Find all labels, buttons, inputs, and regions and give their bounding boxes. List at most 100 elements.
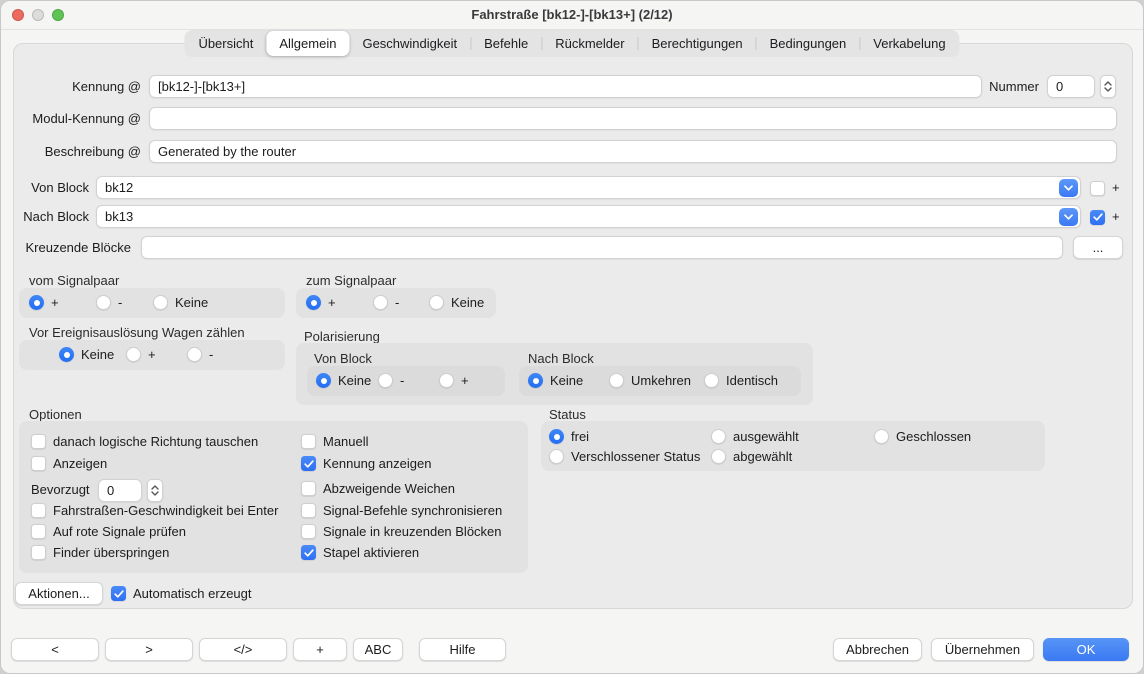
uebernehmen-button[interactable]: Übernehmen [931,638,1034,661]
radio-polarisierung-nach-keine[interactable]: Keine [528,373,583,388]
radio-polarisierung-nach-umkehren[interactable]: Umkehren [609,373,691,388]
radio-status-ausgewaehlt[interactable]: ausgewählt [711,429,799,444]
kreuzende-bloecke-more-button[interactable]: ... [1073,236,1123,259]
checkbox-finder-ueberspringen[interactable]: Finder überspringen [31,545,169,560]
bevorzugt-stepper[interactable] [147,479,163,502]
radio-status-geschlossen[interactable]: Geschlossen [874,429,971,444]
stepper-down-icon [1104,87,1112,92]
hilfe-button[interactable]: Hilfe [419,638,506,661]
radio-icon [609,373,624,388]
checkbox-label: danach logische Richtung tauschen [53,434,258,449]
radio-label: + [461,373,469,388]
navigate-next-button[interactable]: > [105,638,193,661]
check-icon [1093,213,1103,221]
checkbox-kennung-anzeigen[interactable]: Kennung anzeigen [301,456,431,471]
checkbox-icon [301,524,316,539]
checkbox-anzeigen[interactable]: Anzeigen [31,456,107,471]
aktionen-button[interactable]: Aktionen... [15,582,103,605]
nach-block-checkbox[interactable] [1090,210,1105,225]
checkbox-stapel-aktivieren[interactable]: Stapel aktivieren [301,545,419,560]
tab-bar: Übersicht Allgemein Geschwindigkeit Befe… [184,30,959,57]
radio-polarisierung-von-plus[interactable]: + [439,373,469,388]
nach-block-dropdown-button[interactable] [1059,208,1078,226]
checkbox-checked-icon [301,456,316,471]
von-block-checkbox[interactable] [1090,181,1105,196]
checkbox-rote-signale[interactable]: Auf rote Signale prüfen [31,524,186,539]
abbrechen-button[interactable]: Abbrechen [833,638,922,661]
title-bar: Fahrstraße [bk12-]-[bk13+] (2/12) [1,1,1143,30]
kennung-input[interactable] [149,75,982,98]
radio-selected-icon [306,295,321,310]
tab-verkabelung[interactable]: Verkabelung [860,31,958,56]
radio-polarisierung-von-minus[interactable]: - [378,373,404,388]
von-block-combobox[interactable]: bk12 [96,176,1081,199]
checkbox-icon [31,545,46,560]
radio-polarisierung-nach-identisch[interactable]: Identisch [704,373,778,388]
radio-label: frei [571,429,589,444]
abc-button[interactable]: ABC [353,638,403,661]
radio-zum-signalpaar-minus[interactable]: - [373,295,399,310]
tab-uebersicht[interactable]: Übersicht [185,31,266,56]
checkbox-manuell[interactable]: Manuell [301,434,369,449]
bevorzugt-input[interactable] [98,479,142,502]
checkbox-automatisch-erzeugt[interactable]: Automatisch erzeugt [111,586,252,601]
radio-vom-signalpaar-minus[interactable]: - [96,295,122,310]
radio-wagen-zaehlen-keine[interactable]: Keine [59,347,114,362]
tab-geschwindigkeit[interactable]: Geschwindigkeit [349,31,470,56]
radio-polarisierung-von-keine[interactable]: Keine [316,373,371,388]
vom-signalpaar-group [19,288,285,318]
tab-bedingungen[interactable]: Bedingungen [757,31,860,56]
beschreibung-input[interactable] [149,140,1117,163]
add-button[interactable]: + [293,638,347,661]
radio-label: Umkehren [631,373,691,388]
nummer-stepper[interactable] [1100,75,1116,98]
modul-kennung-input[interactable] [149,107,1117,130]
radio-label: Keine [451,295,484,310]
nummer-input[interactable] [1047,75,1095,98]
ok-button[interactable]: OK [1043,638,1129,661]
radio-zum-signalpaar-keine[interactable]: Keine [429,295,484,310]
checkbox-signale-kreuzende-bloecke[interactable]: Signale in kreuzenden Blöcken [301,524,502,539]
zum-signalpaar-title: zum Signalpaar [306,273,396,288]
radio-vom-signalpaar-keine[interactable]: Keine [153,295,208,310]
radio-label: abgewählt [733,449,792,464]
tab-rueckmelder[interactable]: Rückmelder [542,31,637,56]
nach-block-combobox[interactable]: bk13 [96,205,1081,228]
checkbox-checked-icon [301,545,316,560]
radio-status-abgewaehlt[interactable]: abgewählt [711,449,792,464]
radio-selected-icon [549,429,564,444]
radio-icon [373,295,388,310]
radio-icon [439,373,454,388]
checkbox-abzweigende-weichen[interactable]: Abzweigende Weichen [301,481,455,496]
code-button[interactable]: </> [199,638,287,661]
radio-selected-icon [316,373,331,388]
radio-icon [704,373,719,388]
radio-label: Geschlossen [896,429,971,444]
radio-label: - [400,373,404,388]
radio-wagen-zaehlen-minus[interactable]: - [187,347,213,362]
radio-label: ausgewählt [733,429,799,444]
kreuzende-bloecke-input[interactable] [141,236,1063,259]
radio-label: - [118,295,122,310]
tab-allgemein[interactable]: Allgemein [266,31,349,56]
radio-status-verschlossener-status[interactable]: Verschlossener Status [549,449,700,464]
radio-status-frei[interactable]: frei [549,429,589,444]
check-icon [304,549,314,557]
radio-label: + [328,295,336,310]
radio-wagen-zaehlen-plus[interactable]: + [126,347,156,362]
dialog-window: Fahrstraße [bk12-]-[bk13+] (2/12) Übersi… [0,0,1144,674]
navigate-previous-button[interactable]: < [11,638,99,661]
von-block-dropdown-button[interactable] [1059,179,1078,197]
checkbox-geschwindigkeit-enter[interactable]: Fahrstraßen-Geschwindigkeit bei Enter [31,503,278,518]
von-block-label: Von Block [1,180,89,196]
checkbox-richtung-tauschen[interactable]: danach logische Richtung tauschen [31,434,258,449]
vom-signalpaar-title: vom Signalpaar [29,273,119,288]
checkbox-icon [31,503,46,518]
tab-berechtigungen[interactable]: Berechtigungen [639,31,756,56]
radio-zum-signalpaar-plus[interactable]: + [306,295,336,310]
check-icon [114,590,124,598]
tab-befehle[interactable]: Befehle [471,31,541,56]
checkbox-signal-befehle-sync[interactable]: Signal-Befehle synchronisieren [301,503,502,518]
radio-vom-signalpaar-plus[interactable]: + [29,295,59,310]
checkbox-icon [31,434,46,449]
